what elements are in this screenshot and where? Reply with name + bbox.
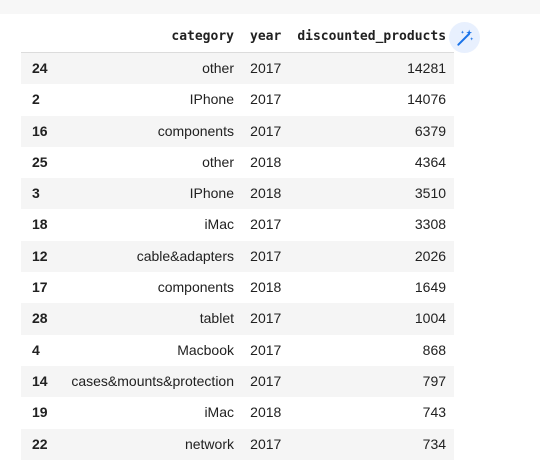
discounted-products-cell: 3510: [414, 185, 447, 202]
table-header-row: category year discounted_products: [21, 22, 455, 53]
category-cell: network: [184, 435, 234, 452]
table-row: 25 other 2018 4364: [21, 146, 455, 179]
discounted-products-cell: 2026: [414, 247, 447, 264]
table-body: 24 other 2017 14281 2 IPhone 2017 14076 16 compon…: [21, 52, 455, 460]
category-cell: IPhone: [189, 91, 234, 108]
category-cell: Macbook: [177, 341, 234, 358]
discounted-products-cell: 1649: [414, 279, 447, 296]
dataframe-table: category year discounted_products 24 othe…: [21, 22, 455, 460]
dataframe-output: category year discounted_products 24 othe…: [21, 22, 455, 460]
table-row: 3 IPhone 2018 3510: [21, 178, 455, 210]
output-top-bar: [0, 0, 540, 14]
discounted-products-cell: 6379: [414, 122, 447, 139]
discounted-products-cell: 1004: [414, 310, 447, 327]
category-cell: iMac: [204, 404, 234, 421]
discounted-products-cell: 868: [422, 341, 447, 358]
category-cell: iMac: [204, 216, 234, 233]
year-cell: 2017: [250, 435, 282, 452]
column-header-year: year: [242, 22, 290, 53]
table-row: 19 iMac 2018 743: [21, 397, 455, 429]
discounted-products-cell: 797: [422, 372, 447, 389]
category-cell: cases&mounts&protection: [71, 372, 234, 389]
category-cell: components: [157, 122, 234, 139]
table-row: 17 components 2018 1649: [21, 272, 455, 304]
year-cell: 2017: [250, 216, 282, 233]
table-row: 16 components 2017 6379: [21, 115, 455, 147]
index-column-header: [21, 22, 62, 53]
discounted-products-cell: 14281: [407, 60, 447, 76]
row-index-cell: 12: [32, 247, 48, 264]
row-index-cell: 4: [32, 341, 40, 358]
row-index-cell: 14: [32, 372, 48, 389]
table-row: 24 other 2017 14281: [21, 52, 455, 85]
row-index-cell: 16: [32, 122, 48, 139]
category-cell: other: [202, 153, 234, 170]
row-index-cell: 18: [32, 216, 48, 233]
year-cell: 2018: [250, 404, 282, 421]
row-index-cell: 28: [32, 310, 48, 327]
category-cell: components: [157, 279, 234, 296]
year-cell: 2017: [250, 372, 282, 389]
category-cell: other: [202, 60, 234, 76]
column-header-discounted-products: discounted_products: [289, 22, 455, 53]
category-cell: IPhone: [189, 185, 234, 202]
row-index-cell: 24: [32, 60, 48, 76]
year-cell: 2017: [250, 247, 282, 264]
table-row: 2 IPhone 2017 14076: [21, 84, 455, 116]
year-cell: 2017: [250, 310, 282, 327]
category-cell: cable&adapters: [136, 247, 234, 264]
row-index-cell: 19: [32, 404, 48, 421]
row-index-cell: 2: [32, 91, 40, 108]
discounted-products-cell: 734: [422, 435, 447, 452]
table-row: 28 tablet 2017 1004: [21, 303, 455, 335]
year-cell: 2018: [250, 153, 282, 170]
magic-wand-icon: [456, 29, 473, 46]
year-cell: 2017: [250, 341, 282, 358]
row-index-cell: 3: [32, 185, 40, 202]
discounted-products-cell: 4364: [414, 153, 447, 170]
table-row: 4 Macbook 2017 868: [21, 334, 455, 366]
row-index-cell: 25: [32, 153, 48, 170]
table-row: 12 cable&adapters 2017 2026: [21, 240, 455, 273]
year-cell: 2017: [250, 122, 282, 139]
discounted-products-cell: 14076: [407, 91, 447, 108]
year-cell: 2018: [250, 279, 282, 296]
category-cell: tablet: [199, 310, 234, 327]
column-header-category: category: [62, 22, 242, 53]
year-cell: 2017: [250, 91, 282, 108]
table-row: 18 iMac 2017 3308: [21, 209, 455, 241]
year-cell: 2018: [250, 185, 282, 202]
table-row: 22 network 2017 734: [21, 428, 455, 460]
discounted-products-cell: 743: [422, 404, 447, 421]
row-index-cell: 17: [32, 279, 48, 296]
table-row: 14 cases&mounts&protection 2017 797: [21, 365, 455, 398]
generate-code-button[interactable]: [449, 22, 480, 53]
year-cell: 2017: [250, 60, 282, 76]
row-index-cell: 22: [32, 435, 48, 452]
discounted-products-cell: 3308: [414, 216, 447, 233]
